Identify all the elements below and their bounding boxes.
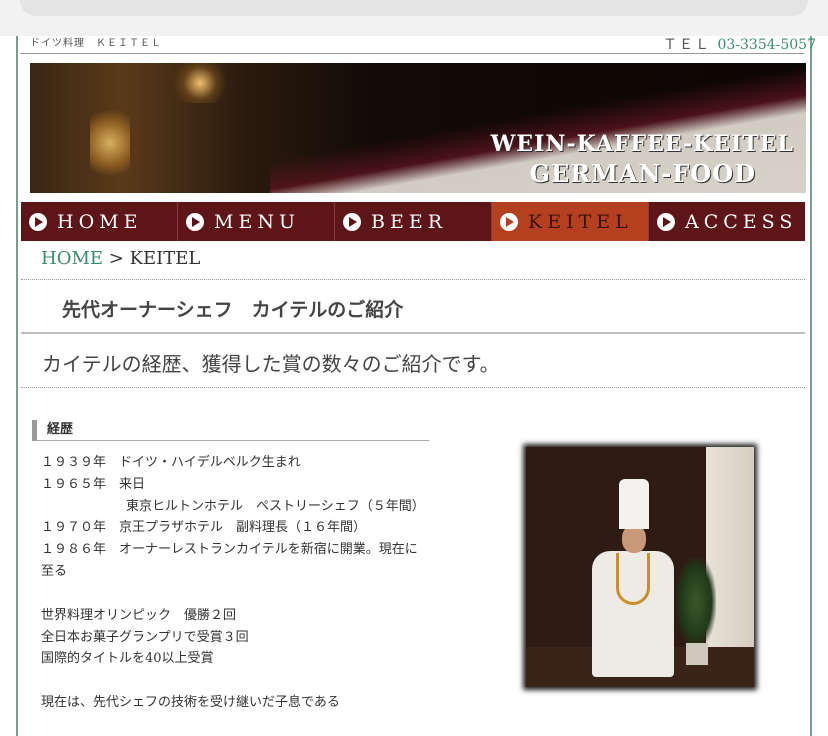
nav-label: ACCESS bbox=[685, 210, 798, 233]
nav-item-beer[interactable]: BEER bbox=[335, 202, 492, 241]
photo-chef-hat bbox=[619, 479, 649, 529]
nav-label: HOME bbox=[57, 210, 143, 233]
header-banner: WEIN-KAFFEE-KEITEL GERMAN-FOOD bbox=[30, 63, 806, 193]
photo-plant-pot bbox=[686, 643, 708, 665]
career-line: １９３９年 ドイツ・ハイデルベルク生まれ bbox=[41, 455, 301, 470]
banner-lamp-glow bbox=[90, 103, 130, 183]
banner-title-line1: WEIN-KAFFEE-KEITEL bbox=[490, 131, 794, 157]
tel-number[interactable]: 03-3354-5057 bbox=[717, 37, 816, 53]
section-heading-career: 経歴 bbox=[32, 420, 429, 441]
lead-text: カイテルの経歴、獲得した賞の数々のご紹介です。 bbox=[42, 352, 500, 376]
nav-item-menu[interactable]: MENU bbox=[178, 202, 335, 241]
play-arrow-icon bbox=[657, 212, 675, 231]
play-arrow-icon bbox=[186, 212, 204, 231]
header-telephone: ＴＥＬ 03-3354-5057 bbox=[663, 34, 816, 54]
breadcrumb-separator: > bbox=[103, 248, 130, 269]
header-tagline: ドイツ料理 ＫＥＩＴＥＬ bbox=[30, 38, 162, 49]
breadcrumb-divider bbox=[21, 279, 805, 280]
nav-label: BEER bbox=[371, 210, 448, 233]
banner-title-line2: GERMAN-FOOD bbox=[529, 159, 756, 188]
page-title: 先代オーナーシェフ カイテルのご紹介 bbox=[62, 299, 404, 321]
header-divider bbox=[20, 53, 804, 54]
photo-chef-face bbox=[622, 525, 646, 553]
nav-item-home[interactable]: HOME bbox=[21, 202, 178, 241]
tel-label: ＴＥＬ bbox=[663, 37, 711, 53]
breadcrumb: HOME > KEITEL bbox=[41, 248, 200, 269]
nav-item-keitel[interactable]: KEITEL bbox=[492, 202, 649, 241]
breadcrumb-home-link[interactable]: HOME bbox=[41, 248, 103, 269]
play-arrow-icon bbox=[500, 212, 518, 231]
career-list: １９３９年 ドイツ・ハイデルベルク生まれ １９６５年 来日 東京ヒルトンホテル … bbox=[41, 452, 425, 714]
career-line: 東京ヒルトンホテル ペストリーシェフ（５年間） bbox=[126, 498, 425, 514]
browser-top-bar bbox=[0, 0, 828, 36]
award-line: 世界料理オリンピック 優勝２回 bbox=[41, 607, 237, 623]
main-nav: HOME MENU BEER KEITEL ACCESS bbox=[21, 202, 805, 241]
nav-label: KEITEL bbox=[528, 210, 633, 233]
career-line: １９７０年 京王プラザホテル 副料理長（１６年間） bbox=[41, 520, 367, 536]
breadcrumb-current: KEITEL bbox=[129, 248, 201, 269]
play-arrow-icon bbox=[29, 212, 47, 231]
chef-photo bbox=[526, 447, 754, 687]
closing-line: 現在は、先代シェフの技術を受け継いだ子息である bbox=[41, 695, 340, 711]
career-line: １９６５年 来日 bbox=[41, 476, 146, 492]
lead-divider bbox=[21, 387, 805, 388]
award-line: 国際的タイトルを40以上受賞 bbox=[41, 651, 214, 667]
photo-plant bbox=[676, 557, 716, 647]
banner-light-glow bbox=[170, 63, 230, 103]
play-arrow-icon bbox=[343, 212, 361, 231]
award-line: 全日本お菓子グランプリで受賞３回 bbox=[41, 629, 249, 645]
nav-label: MENU bbox=[214, 210, 300, 233]
career-line: １９８６年 オーナーレストランカイテルを新宿に開業。現在に至る bbox=[41, 542, 418, 579]
title-divider bbox=[21, 332, 805, 334]
photo-chef-medal-chain bbox=[616, 553, 650, 605]
browser-address-pill[interactable] bbox=[20, 0, 808, 16]
nav-item-access[interactable]: ACCESS bbox=[649, 202, 805, 241]
